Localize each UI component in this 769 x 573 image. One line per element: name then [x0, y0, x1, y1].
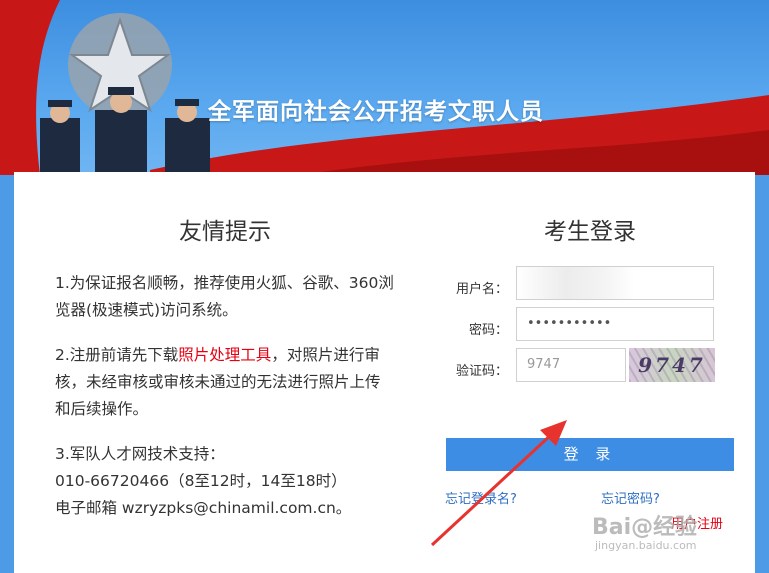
photo-tool-link[interactable]: 照片处理工具 — [178, 346, 271, 364]
tip-item-browser: 1.为保证报名顺畅，推荐使用火狐、谷歌、360浏览器(极速模式)访问系统。 — [55, 274, 394, 319]
captcha-label: 验证码： — [455, 364, 508, 379]
watermark-logo: Bai@经验 — [592, 515, 698, 540]
banner-artwork — [0, 0, 769, 175]
username-row: 用户名： — [444, 266, 736, 307]
login-button[interactable]: 登 录 — [446, 438, 734, 471]
tip-item-photo-text-before: 2.注册前请先下载 — [55, 346, 179, 364]
header-banner: 全军面向社会公开招考文职人员 — [0, 0, 769, 175]
password-row: 密码： ••••••••••• — [444, 307, 736, 348]
support-phone: 010-66720466（8至12时，14至18时） — [55, 472, 347, 490]
forgot-password-link[interactable]: 忘记密码? — [601, 488, 660, 507]
tip-item-support: 3.军队人才网技术支持： 010-66720466（8至12时，14至18时） … — [55, 441, 395, 522]
banner-title: 全军面向社会公开招考文职人员 — [208, 99, 544, 125]
username-label: 用户名： — [455, 282, 508, 297]
soldiers-illustration — [40, 87, 210, 175]
support-heading: 3.军队人才网技术支持： — [55, 445, 225, 463]
tips-title: 友情提示 — [179, 219, 271, 245]
login-section: 考生登录 用户名： 密码： ••••••••••• 验证码： 9747 9747… — [444, 212, 736, 532]
password-input[interactable]: ••••••••••• — [516, 307, 714, 341]
captcha-row: 验证码： 9747 9747 — [444, 348, 736, 389]
username-input[interactable] — [516, 266, 714, 300]
tip-item-photo-tool: 2.注册前请先下载照片处理工具，对照片进行审核，未经审核或审核未通过的无法进行照… — [55, 342, 395, 423]
watermark-url: jingyan.baidu.com — [595, 539, 697, 552]
captcha-image[interactable]: 9747 — [629, 348, 715, 382]
forgot-username-link[interactable]: 忘记登录名? — [445, 488, 517, 507]
support-email: 电子邮箱 wzryzpks@chinamil.com.cn。 — [55, 499, 352, 517]
login-title: 考生登录 — [544, 219, 636, 245]
tips-section: 友情提示 1.为保证报名顺畅，推荐使用火狐、谷歌、360浏览器(极速模式)访问系… — [55, 212, 395, 540]
captcha-input[interactable]: 9747 — [516, 348, 626, 382]
password-label: 密码： — [468, 323, 508, 338]
